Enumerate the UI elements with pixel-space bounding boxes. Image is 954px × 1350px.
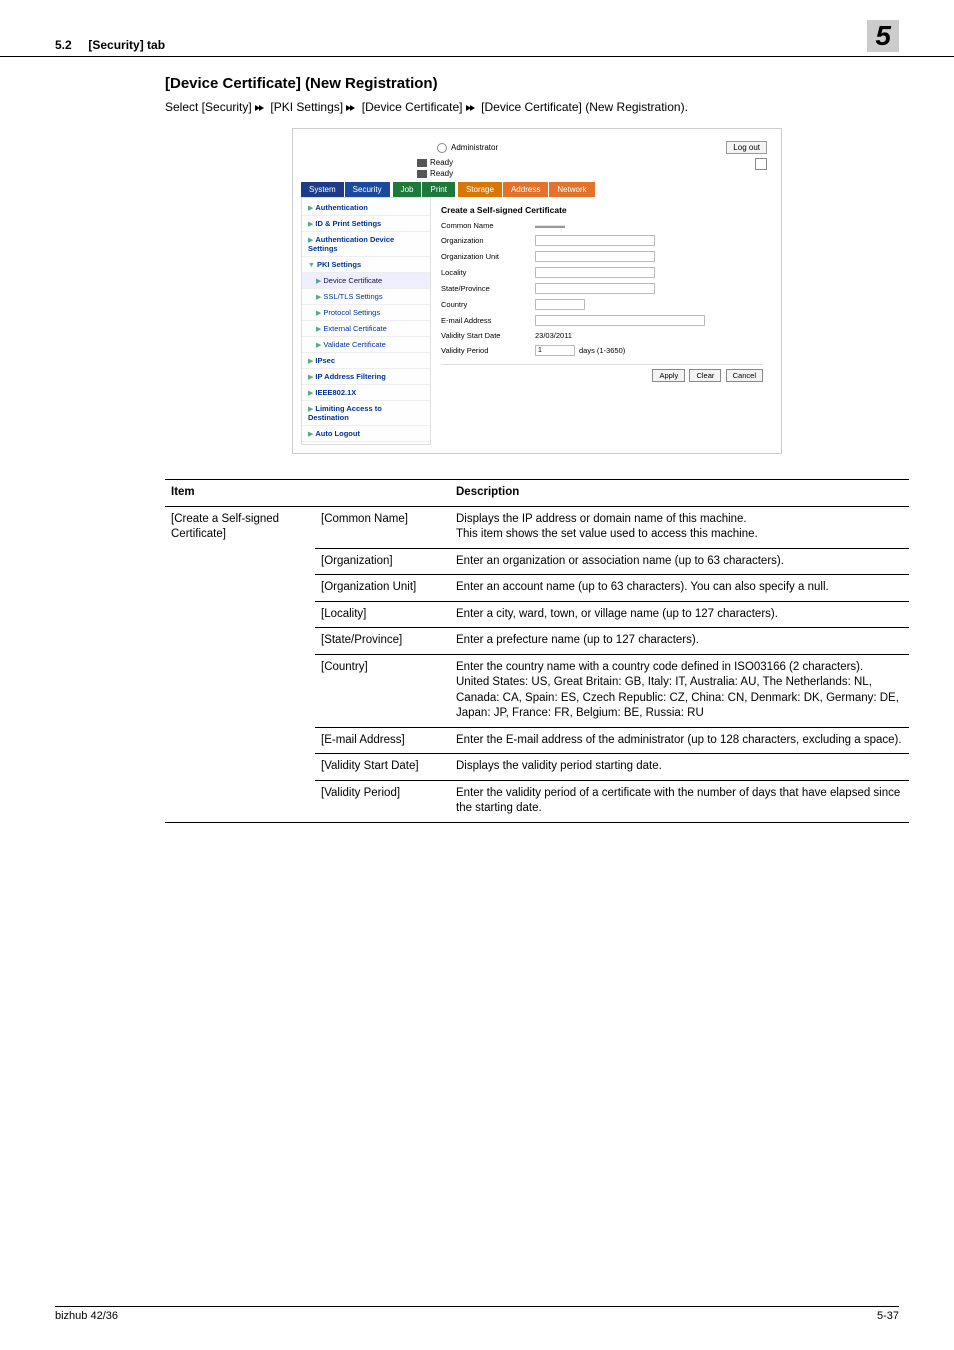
footer-left: bizhub 42/36: [55, 1310, 118, 1322]
cell-description: Enter an organization or association nam…: [450, 548, 909, 575]
input-period[interactable]: [535, 345, 575, 356]
page-header: 5.2 [Security] tab 5: [0, 0, 954, 57]
header-left: 5.2 [Security] tab: [55, 38, 165, 52]
header-tab: [Security] tab: [88, 38, 165, 52]
label-period-suffix: days (1-3650): [579, 346, 625, 355]
sidebar-item-ssl-tls[interactable]: ▶SSL/TLS Settings: [302, 289, 430, 305]
label-country: Country: [441, 300, 531, 309]
label-period: Validity Period: [441, 346, 531, 355]
cell-description: Enter a city, ward, town, or village nam…: [450, 601, 909, 628]
input-state[interactable]: [535, 283, 655, 294]
input-email[interactable]: [535, 315, 705, 326]
input-organization[interactable]: [535, 235, 655, 246]
label-common-name: Common Name: [441, 221, 531, 230]
arrow-icon: [466, 105, 478, 111]
tab-security[interactable]: Security: [345, 182, 390, 197]
input-org-unit[interactable]: [535, 251, 655, 262]
tab-network[interactable]: Network: [549, 182, 594, 197]
cell-description: Enter the E-mail address of the administ…: [450, 727, 909, 754]
page-title: [Device Certificate] (New Registration): [165, 75, 909, 92]
page-footer: bizhub 42/36 5-37: [55, 1306, 899, 1322]
cell-sub-item: [Validity Start Date]: [315, 754, 450, 781]
sidebar-item-pki[interactable]: ▼PKI Settings: [302, 257, 430, 273]
screenshot: Administrator Log out Ready Ready System…: [292, 128, 782, 454]
printer-icon: [417, 170, 427, 178]
label-start-date: Validity Start Date: [441, 331, 531, 340]
refresh-icon[interactable]: [755, 158, 767, 170]
cell-group: [Create a Self-signed Certificate]: [165, 506, 315, 822]
sidebar-item-ieee[interactable]: ▶IEEE802.1X: [302, 385, 430, 401]
label-state: State/Province: [441, 284, 531, 293]
tab-storage[interactable]: Storage: [458, 182, 502, 197]
tab-system[interactable]: System: [301, 182, 344, 197]
label-locality: Locality: [441, 268, 531, 277]
sidebar-item-ip-filter[interactable]: ▶IP Address Filtering: [302, 369, 430, 385]
logout-button[interactable]: Log out: [726, 141, 767, 154]
cell-sub-item: [Common Name]: [315, 506, 450, 548]
form-title: Create a Self-signed Certificate: [441, 205, 763, 215]
cell-description: Displays the IP address or domain name o…: [450, 506, 909, 548]
cell-sub-item: [Locality]: [315, 601, 450, 628]
cell-description: Enter an account name (up to 63 characte…: [450, 575, 909, 602]
cell-sub-item: [Country]: [315, 654, 450, 727]
th-item: Item: [165, 480, 450, 507]
cell-description: Enter the country name with a country co…: [450, 654, 909, 727]
admin-indicator: Administrator: [437, 143, 498, 153]
sidebar-item-validate-cert[interactable]: ▶Validate Certificate: [302, 337, 430, 353]
content-area: [Device Certificate] (New Registration) …: [0, 57, 954, 823]
arrow-icon: [346, 105, 358, 111]
input-locality[interactable]: [535, 267, 655, 278]
tab-address[interactable]: Address: [503, 182, 548, 197]
cell-sub-item: [Organization]: [315, 548, 450, 575]
label-email: E-mail Address: [441, 316, 531, 325]
tab-print[interactable]: Print: [422, 182, 454, 197]
tab-bar: System Security Job Print Storage Addres…: [301, 182, 773, 197]
cell-description: Displays the validity period starting da…: [450, 754, 909, 781]
cancel-button[interactable]: Cancel: [726, 369, 763, 382]
description-table: Item Description [Create a Self-signed C…: [165, 479, 909, 823]
form-panel: Create a Self-signed Certificate Common …: [431, 197, 773, 445]
cell-sub-item: [Validity Period]: [315, 780, 450, 822]
cell-sub-item: [Organization Unit]: [315, 575, 450, 602]
cell-description: Enter a prefecture name (up to 127 chara…: [450, 628, 909, 655]
sidebar: ▶Authentication ▶ID & Print Settings ▶Au…: [301, 197, 431, 445]
status-block: Ready Ready: [417, 158, 453, 178]
printer-icon: [417, 159, 427, 167]
label-org-unit: Organization Unit: [441, 252, 531, 261]
sidebar-item-device-cert[interactable]: ▶Device Certificate: [302, 273, 430, 289]
sidebar-item-id-print[interactable]: ▶ID & Print Settings: [302, 216, 430, 232]
th-description: Description: [450, 480, 909, 507]
input-country[interactable]: [535, 299, 585, 310]
header-section: 5.2: [55, 38, 72, 52]
screenshot-container: Administrator Log out Ready Ready System…: [165, 128, 909, 454]
label-organization: Organization: [441, 236, 531, 245]
value-common-name: ▬▬▬▬: [535, 221, 565, 230]
cell-sub-item: [E-mail Address]: [315, 727, 450, 754]
apply-button[interactable]: Apply: [652, 369, 685, 382]
sidebar-item-ipsec[interactable]: ▶IPsec: [302, 353, 430, 369]
sidebar-item-auth-device[interactable]: ▶Authentication Device Settings: [302, 232, 430, 257]
sidebar-item-authentication[interactable]: ▶Authentication: [302, 200, 430, 216]
tab-job[interactable]: Job: [393, 182, 422, 197]
table-row: [Create a Self-signed Certificate][Commo…: [165, 506, 909, 548]
clear-button[interactable]: Clear: [689, 369, 721, 382]
breadcrumb: Select [Security] [PKI Settings] [Device…: [165, 100, 909, 114]
cell-description: Enter the validity period of a certifica…: [450, 780, 909, 822]
sidebar-item-ext-cert[interactable]: ▶External Certificate: [302, 321, 430, 337]
admin-icon: [437, 143, 447, 153]
chapter-number: 5: [867, 20, 899, 52]
footer-right: 5-37: [877, 1310, 899, 1322]
value-start-date: 23/03/2011: [535, 331, 572, 340]
sidebar-item-protocol[interactable]: ▶Protocol Settings: [302, 305, 430, 321]
cell-sub-item: [State/Province]: [315, 628, 450, 655]
sidebar-item-auto-logout[interactable]: ▶Auto Logout: [302, 426, 430, 442]
arrow-icon: [255, 105, 267, 111]
sidebar-item-limit-access[interactable]: ▶Limiting Access to Destination: [302, 401, 430, 426]
